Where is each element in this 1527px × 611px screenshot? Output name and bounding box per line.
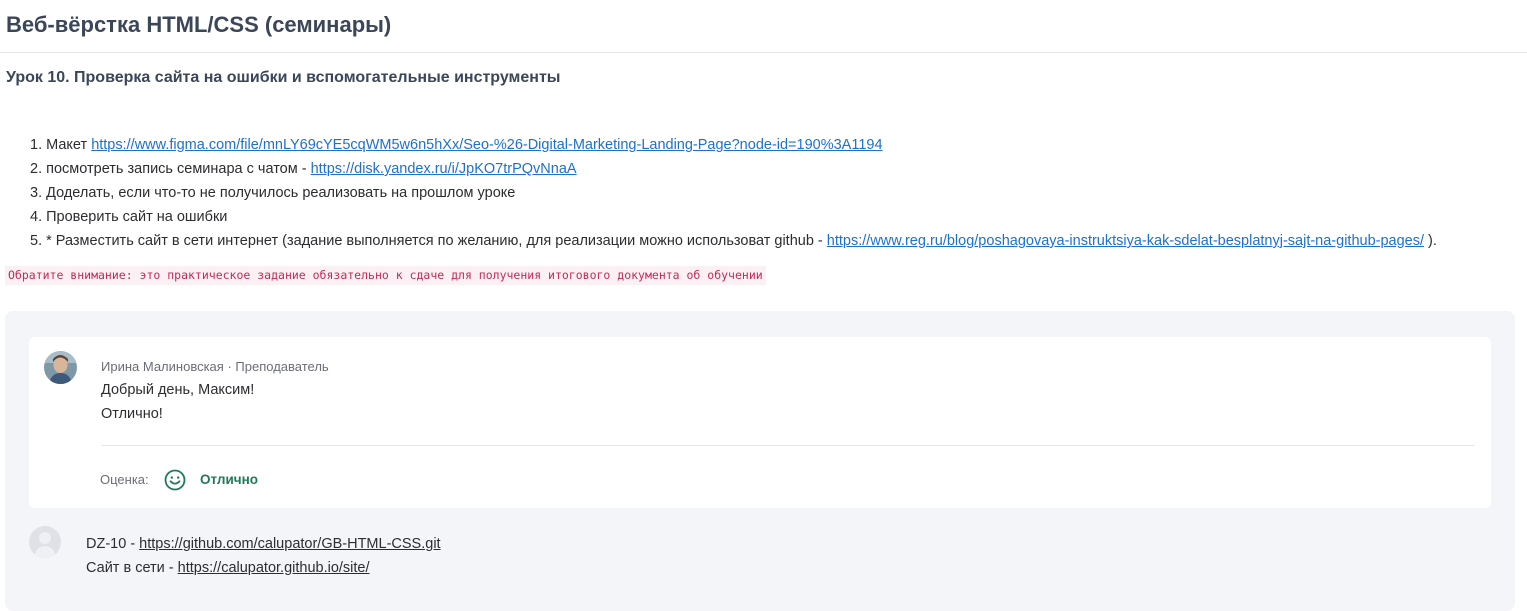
separator-dot: · bbox=[227, 359, 232, 374]
grade-label: Оценка: bbox=[100, 472, 149, 487]
task-text: 5. * Разместить сайт в сети интернет (за… bbox=[30, 233, 827, 249]
figma-link[interactable]: https://www.figma.com/file/mnLY69cYE5cqW… bbox=[91, 137, 882, 153]
course-title: Веб-вёрстка HTML/CSS (семинары) bbox=[6, 12, 392, 37]
task-item: 3. Доделать, если что-то не получилось р… bbox=[30, 183, 1437, 207]
lesson-title: Урок 10. Проверка сайта на ошибки и вспо… bbox=[6, 69, 561, 86]
comment-author-line: Ирина Малиновская · Преподаватель bbox=[101, 359, 329, 374]
task-item: 1. Макет https://www.figma.com/file/mnLY… bbox=[30, 135, 1437, 159]
grade-value: Отлично bbox=[200, 472, 259, 487]
submission-line: DZ-10 - https://github.com/calupator/GB-… bbox=[86, 534, 441, 558]
recording-link[interactable]: https://disk.yandex.ru/i/JpKO7trPQvNnaA bbox=[311, 161, 577, 177]
page-header: Веб-вёрстка HTML/CSS (семинары) bbox=[0, 0, 1527, 53]
smiley-icon bbox=[164, 469, 186, 491]
task-text: 4. Проверить сайт на ошибки bbox=[30, 209, 228, 225]
task-text-suffix: ). bbox=[1424, 233, 1437, 249]
task-text: 2. посмотреть запись семинара с чатом - bbox=[30, 161, 311, 177]
github-pages-guide-link[interactable]: https://www.reg.ru/blog/poshagovaya-inst… bbox=[827, 233, 1424, 249]
notice-text: Обратите внимание: это практическое зада… bbox=[5, 266, 766, 285]
task-text: 3. Доделать, если что-то не получилось р… bbox=[30, 185, 516, 201]
comment-line: Отлично! bbox=[101, 406, 163, 422]
divider bbox=[101, 445, 1475, 446]
student-submission: DZ-10 - https://github.com/calupator/GB-… bbox=[86, 534, 441, 582]
student-avatar[interactable] bbox=[29, 526, 61, 558]
submission-label: Сайт в сети - bbox=[86, 560, 178, 576]
comment-body: Добрый день, Максим! Отлично! bbox=[101, 380, 254, 428]
task-item: 2. посмотреть запись семинара с чатом - … bbox=[30, 159, 1437, 183]
task-text: 1. Макет bbox=[30, 137, 92, 153]
submission-line: Сайт в сети - https://calupator.github.i… bbox=[86, 558, 441, 582]
site-link[interactable]: https://calupator.github.io/site/ bbox=[178, 560, 370, 576]
github-repo-link[interactable]: https://github.com/calupator/GB-HTML-CSS… bbox=[139, 536, 440, 552]
author-name: Ирина Малиновская bbox=[101, 359, 224, 374]
task-item: 4. Проверить сайт на ошибки bbox=[30, 207, 1437, 231]
task-list: 1. Макет https://www.figma.com/file/mnLY… bbox=[30, 135, 1437, 255]
author-role: Преподаватель bbox=[235, 359, 329, 374]
teacher-avatar[interactable] bbox=[44, 351, 77, 384]
submission-label: DZ-10 - bbox=[86, 536, 140, 552]
task-item: 5. * Разместить сайт в сети интернет (за… bbox=[30, 231, 1437, 255]
comment-line: Добрый день, Максим! bbox=[101, 382, 255, 398]
